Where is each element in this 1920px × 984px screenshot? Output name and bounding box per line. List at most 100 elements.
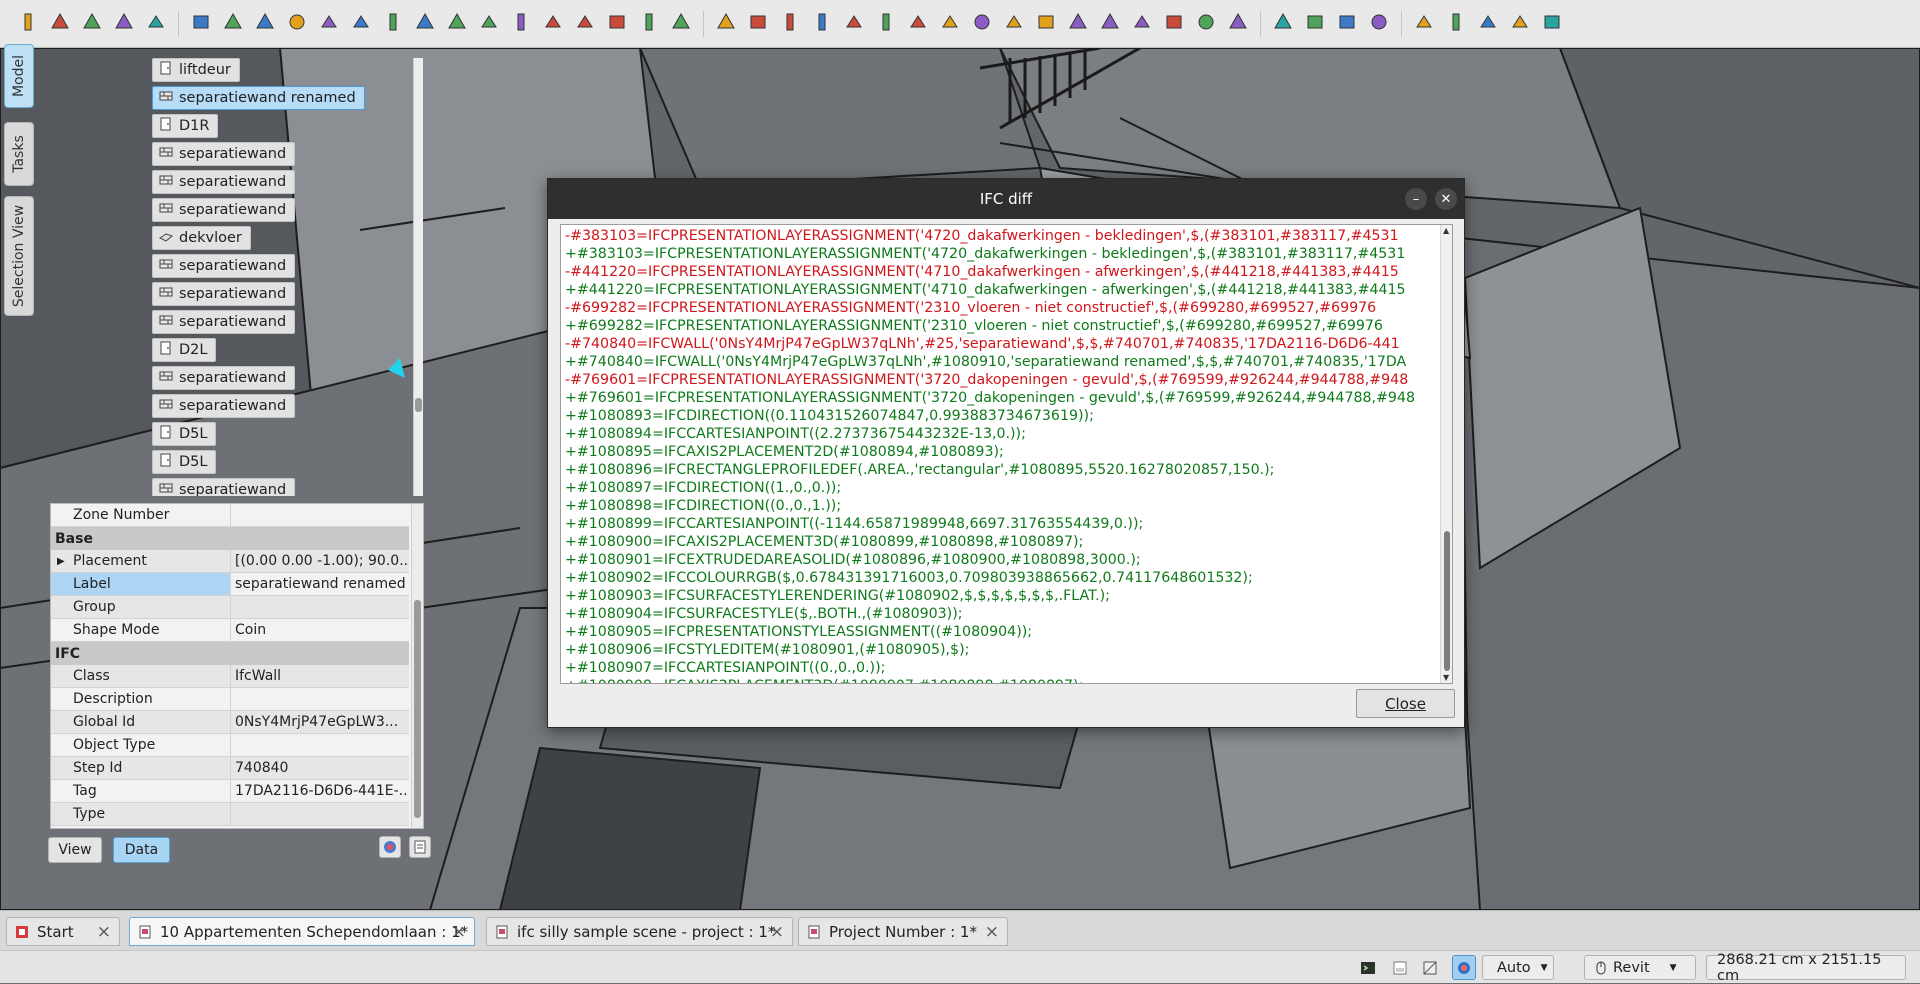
prop-row-shape-mode[interactable]: Shape Mode Coin: [51, 619, 409, 642]
pipe-button[interactable]: [507, 10, 535, 38]
spreadsheet-button[interactable]: [379, 836, 401, 858]
rectangle-button[interactable]: [46, 10, 74, 38]
style-button[interactable]: [776, 10, 804, 38]
close-tab-icon[interactable]: ×: [770, 922, 784, 942]
beam-button[interactable]: [283, 10, 311, 38]
prop-row-tag[interactable]: Tag 17DA2116-D6D6-441E-...: [51, 780, 409, 803]
scroll-up-icon[interactable]: ▲: [1443, 226, 1449, 235]
grid-button[interactable]: [219, 10, 247, 38]
minimize-button[interactable]: –: [1405, 188, 1427, 210]
prop-value[interactable]: [231, 688, 409, 710]
tree-item[interactable]: separatiewand: [152, 478, 296, 496]
tree-item[interactable]: separatiewand renamed: [152, 86, 365, 110]
folder-button[interactable]: [1474, 10, 1502, 38]
clone-button[interactable]: [904, 10, 932, 38]
report-button[interactable]: [1128, 10, 1156, 38]
space-button[interactable]: [1064, 10, 1092, 38]
close-tab-icon[interactable]: ×: [452, 922, 466, 942]
property-scrollbar[interactable]: [411, 504, 423, 828]
arch-button[interactable]: [78, 10, 106, 38]
truss-button[interactable]: [603, 10, 631, 38]
stairs-button[interactable]: [443, 10, 471, 38]
window-button[interactable]: [110, 10, 138, 38]
prop-value[interactable]: 17DA2116-D6D6-441E-...: [231, 780, 409, 802]
panel-button[interactable]: [379, 10, 407, 38]
tree-item[interactable]: separatiewand: [152, 198, 296, 222]
tree-item[interactable]: D5L: [152, 450, 217, 474]
prop-value[interactable]: [231, 803, 409, 825]
close-window-button[interactable]: ✕: [1435, 188, 1457, 210]
prop-row-description[interactable]: Description: [51, 688, 409, 711]
share-button[interactable]: [1506, 10, 1534, 38]
tree-item[interactable]: separatiewand: [152, 254, 296, 278]
expand-arrow-icon[interactable]: ▶: [57, 556, 73, 567]
prop-row-type[interactable]: Type: [51, 803, 409, 826]
tools-button[interactable]: [1410, 10, 1438, 38]
layers-button[interactable]: [187, 10, 215, 38]
tree-item[interactable]: D2L: [152, 338, 217, 362]
draft-button[interactable]: [14, 10, 42, 38]
tree-item[interactable]: separatiewand: [152, 282, 296, 306]
prop-row-placement[interactable]: ▶ Placement [(0.00 0.00 -1.00); 90.0...: [51, 550, 409, 573]
navigation-mode-button[interactable]: [1452, 955, 1476, 980]
document-tab[interactable]: Project Number : 1* ×: [798, 917, 1008, 946]
prop-group-base[interactable]: Base: [51, 527, 409, 550]
document-tab[interactable]: ifc silly sample scene - project : 1* ×: [486, 917, 793, 946]
door-button[interactable]: [347, 10, 375, 38]
prop-value[interactable]: [231, 734, 409, 756]
prop-value[interactable]: [(0.00 0.00 -1.00); 90.0...: [231, 550, 409, 572]
prop-row-zone-number[interactable]: Zone Number: [51, 504, 409, 527]
tree-item[interactable]: dekvloer: [152, 226, 251, 250]
cut-button[interactable]: [872, 10, 900, 38]
prop-row-label[interactable]: Label separatiewand renamed: [51, 573, 409, 596]
minus-button[interactable]: [1365, 10, 1393, 38]
report-view-icon[interactable]: [1392, 955, 1408, 980]
tree-scrollbar[interactable]: [413, 58, 423, 496]
camera-button[interactable]: [1160, 10, 1188, 38]
plus-button[interactable]: [1333, 10, 1361, 38]
bim-view-button[interactable]: [1096, 10, 1124, 38]
prop-value[interactable]: 740840: [231, 757, 409, 779]
diff-scrollbar[interactable]: ▲ ▼: [1440, 225, 1452, 683]
code-button[interactable]: [1538, 10, 1566, 38]
prop-value[interactable]: [231, 504, 409, 526]
view-tab-button[interactable]: View: [48, 837, 102, 863]
close-tab-icon[interactable]: ×: [97, 922, 111, 942]
tree-item[interactable]: D1R: [152, 114, 219, 138]
dialog-titlebar[interactable]: IFC diff – ✕: [548, 179, 1464, 219]
fence-button[interactable]: [539, 10, 567, 38]
draw-style-icon[interactable]: [1422, 955, 1438, 980]
schedule-button[interactable]: [936, 10, 964, 38]
document-tab[interactable]: 10 Appartementen Schependomlaan : 1* ×: [129, 917, 475, 946]
section-button[interactable]: [1032, 10, 1060, 38]
tab-selection-view[interactable]: Selection View: [4, 196, 34, 316]
export-button[interactable]: [1224, 10, 1252, 38]
prop-value[interactable]: IfcWall: [231, 665, 409, 687]
railing-button[interactable]: [475, 10, 503, 38]
rebar-button[interactable]: [667, 10, 695, 38]
expression-button[interactable]: [409, 836, 431, 858]
tree-item[interactable]: D5L: [152, 422, 217, 446]
tree-item[interactable]: separatiewand: [152, 142, 296, 166]
prop-row-object-type[interactable]: Object Type: [51, 734, 409, 757]
scroll-down-icon[interactable]: ▼: [1443, 673, 1449, 682]
gear-button[interactable]: [142, 10, 170, 38]
compass-button[interactable]: [1442, 10, 1470, 38]
prop-value[interactable]: [231, 596, 409, 618]
data-tab-button[interactable]: Data: [113, 837, 170, 863]
prop-value[interactable]: Coin: [231, 619, 409, 641]
prop-value[interactable]: 0NsY4MrjP47eGpLW3...: [231, 711, 409, 733]
column-button[interactable]: [251, 10, 279, 38]
equipment-button[interactable]: [635, 10, 663, 38]
navigation-style-dropdown[interactable]: Revit ▼: [1584, 955, 1696, 980]
diff-scroll-thumb[interactable]: [1444, 531, 1450, 671]
prop-row-group[interactable]: Group: [51, 596, 409, 619]
tree-item[interactable]: separatiewand: [152, 394, 296, 418]
tab-model[interactable]: Model: [4, 44, 34, 108]
model-tree[interactable]: liftdeur separatiewand renamed D1R separati…: [146, 58, 416, 496]
tree-item[interactable]: separatiewand: [152, 366, 296, 390]
annotation-button[interactable]: [744, 10, 772, 38]
prop-row-class[interactable]: Class IfcWall: [51, 665, 409, 688]
text-button[interactable]: [712, 10, 740, 38]
property-scroll-thumb[interactable]: [414, 600, 421, 818]
